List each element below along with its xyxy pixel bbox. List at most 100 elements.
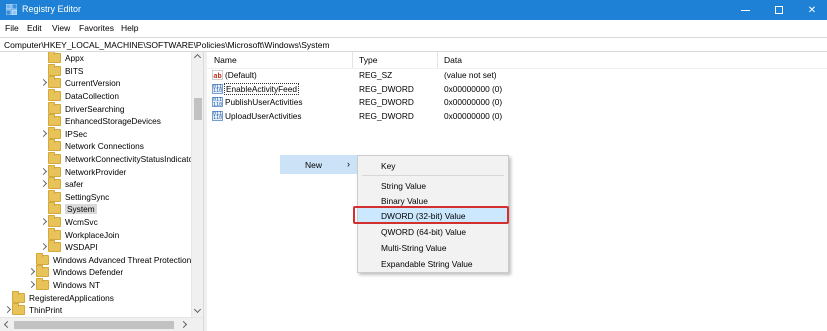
expand-chevron-icon[interactable] — [28, 279, 36, 291]
tree-item[interactable]: NetworkConnectivityStatusIndicato — [40, 152, 193, 166]
menu-separator — [362, 175, 504, 176]
folder-icon — [48, 114, 61, 127]
tree-item[interactable]: SettingSync — [40, 189, 110, 204]
menu-item-multi-string-value[interactable]: Multi-String Value — [358, 240, 508, 255]
tree-horizontal-scrollbar[interactable] — [0, 317, 203, 331]
folder-icon — [36, 278, 49, 291]
column-divider[interactable] — [437, 52, 438, 68]
folder-icon — [48, 164, 61, 177]
value-data: 0x00000000 (0) — [444, 83, 503, 94]
tree-item-label: ThinPrint — [29, 305, 63, 316]
address-bar[interactable]: Computer\HKEY_LOCAL_MACHINE\SOFTWARE\Pol… — [0, 37, 827, 52]
column-header-data[interactable]: Data — [444, 55, 462, 65]
tree-item[interactable]: Windows Defender — [28, 265, 123, 279]
tree-item[interactable]: DriverSearching — [40, 101, 124, 115]
tree-item[interactable]: Windows NT — [28, 278, 100, 292]
registry-editor-icon — [6, 4, 17, 15]
tree-item-label: RegisteredApplications — [29, 292, 114, 303]
tree-item[interactable]: System — [40, 202, 97, 216]
tree-item-label: Network Connections — [65, 141, 144, 152]
scroll-left-icon[interactable] — [3, 320, 12, 329]
menu-view[interactable]: View — [52, 23, 70, 33]
expand-chevron-icon[interactable] — [40, 77, 48, 89]
folder-icon — [36, 252, 49, 265]
tree-item-label: Windows Advanced Threat Protection — [53, 254, 192, 265]
folder-icon — [48, 227, 61, 240]
tree-item[interactable]: Appx — [40, 52, 84, 65]
column-header-name[interactable]: Name — [214, 55, 237, 65]
maximize-button[interactable] — [762, 0, 796, 20]
tree-item[interactable]: NetworkProvider — [40, 164, 126, 178]
expand-chevron-icon[interactable] — [40, 241, 48, 253]
close-button[interactable]: ✕ — [795, 0, 827, 20]
tree-item[interactable]: BITS — [40, 63, 83, 78]
scroll-up-icon[interactable] — [193, 53, 202, 62]
binary-value-icon: 011 110 — [212, 97, 223, 108]
menu-help[interactable]: Help — [121, 23, 138, 33]
menu-favorites[interactable]: Favorites — [79, 23, 114, 33]
menu-item-expandable-string-value[interactable]: Expandable String Value — [358, 256, 508, 271]
tree-item-label: SettingSync — [65, 191, 110, 202]
expand-chevron-icon[interactable] — [40, 166, 48, 178]
tree-item[interactable]: RegisteredApplications — [4, 290, 114, 304]
menu-file[interactable]: File — [5, 23, 19, 33]
value-row[interactable]: 011 110 UploadUserActivities REG_DWORD 0x00… — [207, 110, 827, 123]
menu-item-qword-value[interactable]: QWORD (64-bit) Value — [358, 224, 508, 239]
tree-item[interactable]: ThinPrint — [4, 303, 63, 317]
submenu-arrow-icon: › — [347, 159, 350, 169]
scroll-thumb[interactable] — [194, 98, 202, 120]
window-title: Registry Editor — [22, 4, 82, 14]
value-row[interactable]: 011 110 EnableActivityFeed REG_DWORD 0x0000… — [207, 82, 827, 96]
folder-icon — [12, 290, 25, 303]
scroll-down-icon[interactable] — [193, 305, 202, 314]
value-row[interactable]: 011 110 PublishUserActivities REG_DWORD 0x0… — [207, 96, 827, 109]
value-data: 0x00000000 (0) — [444, 97, 503, 107]
tree-item-label: IPSec — [65, 128, 88, 139]
value-name: (Default) — [225, 70, 257, 80]
expand-chevron-icon[interactable] — [4, 304, 12, 316]
minimize-button[interactable] — [728, 0, 762, 20]
tree-item[interactable]: WcmSvc — [40, 215, 98, 229]
tree-item[interactable]: EnhancedStorageDevices — [40, 114, 161, 128]
folder-icon — [48, 152, 61, 165]
expand-chevron-icon[interactable] — [40, 128, 48, 140]
tree-item[interactable]: Windows Advanced Threat Protection — [28, 252, 192, 267]
menu-item-label: Key — [381, 161, 396, 171]
tree-vertical-scrollbar[interactable] — [191, 52, 203, 317]
tree-item-label: WSDAPI — [65, 242, 98, 253]
column-divider[interactable] — [352, 52, 353, 68]
value-type: REG_DWORD — [359, 97, 414, 107]
tree-item[interactable]: DataCollection — [40, 89, 119, 103]
menu-edit[interactable]: Edit — [27, 23, 42, 33]
folder-icon — [48, 52, 61, 64]
scroll-thumb-horizontal[interactable] — [14, 321, 174, 329]
expand-chevron-icon[interactable] — [28, 266, 36, 278]
folder-icon — [48, 89, 61, 102]
tree-item-label: DataCollection — [65, 91, 119, 102]
column-header-type[interactable]: Type — [359, 55, 377, 65]
tree-item[interactable]: Network Connections — [40, 139, 144, 153]
menu-item-string-value[interactable]: String Value — [358, 178, 508, 193]
value-row[interactable]: ab (Default) REG_SZ (value not set) — [207, 69, 827, 82]
menu-item-label: Multi-String Value — [381, 243, 447, 253]
expand-chevron-icon[interactable] — [40, 178, 48, 190]
value-type: REG_DWORD — [359, 83, 414, 94]
value-name: UploadUserActivities — [225, 110, 302, 121]
tree-item[interactable]: CurrentVersion — [40, 76, 120, 90]
values-list: Name Type Data ab (Default) REG_SZ (value n… — [207, 52, 827, 331]
folder-icon — [48, 215, 61, 228]
expand-chevron-icon[interactable] — [40, 216, 48, 228]
tree-item[interactable]: WSDAPI — [40, 240, 98, 254]
tree-item[interactable]: IPSec — [40, 126, 88, 141]
tree-item-label: WorkplaceJoin — [65, 229, 120, 240]
value-type: REG_SZ — [359, 70, 393, 80]
tree-item[interactable]: WorkplaceJoin — [40, 227, 120, 241]
menu-item-key[interactable]: Key — [358, 158, 508, 173]
new-menu-item[interactable]: New › — [280, 155, 358, 174]
address-path[interactable]: Computer\HKEY_LOCAL_MACHINE\SOFTWARE\Pol… — [4, 40, 330, 50]
tree-item[interactable]: safer — [40, 177, 83, 191]
scroll-right-icon[interactable] — [179, 320, 188, 329]
